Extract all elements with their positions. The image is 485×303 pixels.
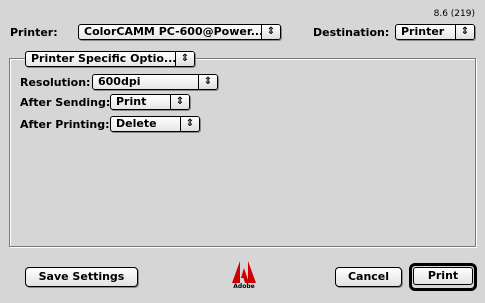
popup-arrow-icon: ⇕ bbox=[455, 25, 474, 39]
popup-arrow-icon: ⇕ bbox=[170, 95, 189, 109]
destination-label: Destination: bbox=[313, 26, 390, 39]
print-button[interactable]: Print bbox=[409, 263, 477, 291]
adobe-logo-icon: Adobe bbox=[232, 261, 262, 293]
resolution-popup-value: 600dpi bbox=[98, 75, 141, 88]
popup-arrow-icon: ⇕ bbox=[175, 52, 194, 66]
after-printing-label: After Printing: bbox=[20, 118, 110, 131]
printer-popup[interactable]: ColorCAMM PC-600@Power... ⇕ bbox=[78, 24, 281, 40]
resolution-label: Resolution: bbox=[20, 76, 91, 89]
destination-popup-value: Printer bbox=[401, 25, 445, 38]
after-sending-popup-value: Print bbox=[116, 95, 147, 108]
popup-arrow-icon: ⇕ bbox=[180, 117, 199, 131]
panel-selector-value: Printer Specific Optio... bbox=[31, 52, 177, 65]
adobe-logo-text: Adobe bbox=[233, 283, 255, 290]
popup-arrow-icon: ⇕ bbox=[261, 25, 280, 39]
panel-selector-popup[interactable]: Printer Specific Optio... ⇕ bbox=[25, 51, 195, 67]
cancel-button[interactable]: Cancel bbox=[335, 267, 402, 287]
after-printing-popup-value: Delete bbox=[116, 117, 157, 130]
adobe-logo-mark-icon bbox=[232, 261, 256, 283]
version-label: 8.6 (219) bbox=[433, 9, 475, 19]
after-sending-popup[interactable]: Print ⇕ bbox=[110, 94, 190, 110]
save-settings-button[interactable]: Save Settings bbox=[25, 267, 138, 287]
printer-label: Printer: bbox=[10, 26, 58, 39]
destination-popup[interactable]: Printer ⇕ bbox=[395, 24, 475, 40]
print-button-label: Print bbox=[413, 267, 473, 285]
popup-arrow-icon: ⇕ bbox=[198, 75, 217, 89]
print-dialog: 8.6 (219) Printer: ColorCAMM PC-600@Powe… bbox=[0, 0, 485, 303]
after-printing-popup[interactable]: Delete ⇕ bbox=[110, 116, 200, 132]
after-sending-label: After Sending: bbox=[20, 96, 111, 109]
resolution-popup[interactable]: 600dpi ⇕ bbox=[92, 74, 218, 90]
printer-popup-value: ColorCAMM PC-600@Power... bbox=[84, 25, 264, 38]
